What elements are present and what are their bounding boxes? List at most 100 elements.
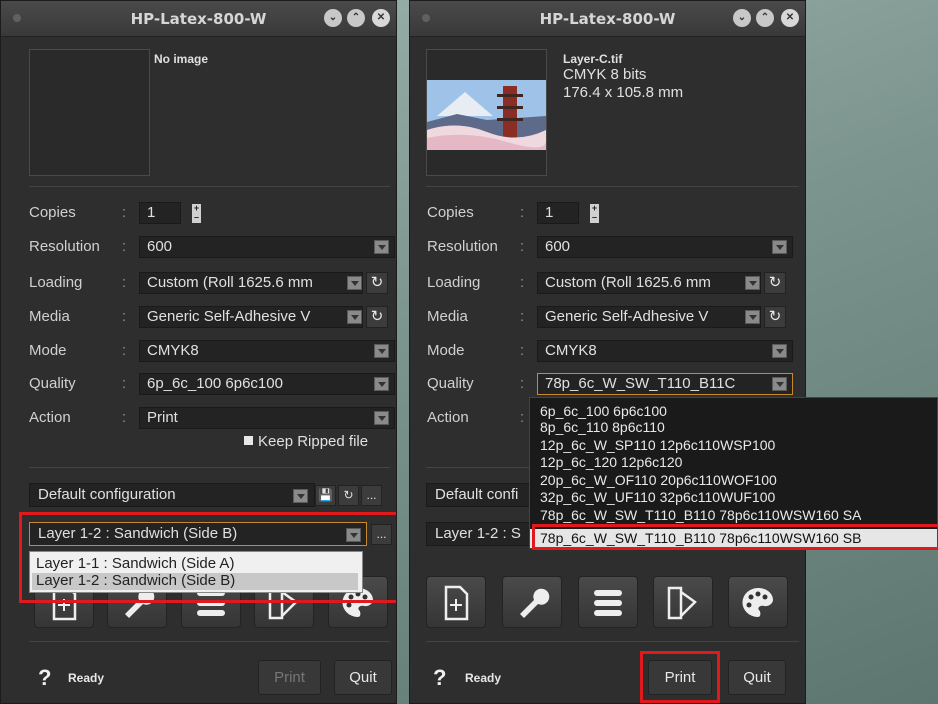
quality-label: Quality [427, 375, 474, 392]
configuration-select[interactable]: Default configuration [29, 483, 315, 507]
media-select[interactable]: Generic Self-Adhesive V [537, 306, 761, 328]
refresh-icon[interactable]: ↻ [764, 272, 786, 294]
no-image-label: No image [154, 52, 209, 66]
palette-icon [742, 588, 773, 617]
configuration-select[interactable]: Default confi [426, 483, 536, 507]
close-button[interactable]: ✕ [372, 9, 390, 27]
palette-button[interactable] [728, 576, 788, 628]
swatch-icon [667, 586, 697, 620]
queue-button[interactable] [578, 576, 638, 628]
copies-stepper[interactable]: + – [192, 204, 201, 223]
chevron-down-icon[interactable] [374, 411, 389, 425]
chevron-down-icon[interactable] [347, 310, 362, 324]
chevron-down-icon[interactable] [772, 344, 787, 358]
chevron-down-icon[interactable] [772, 377, 787, 391]
copies-stepper[interactable]: + – [590, 204, 599, 223]
more-button[interactable]: ... [361, 485, 382, 506]
image-preview [426, 49, 547, 176]
print-button[interactable]: Print [258, 660, 321, 695]
image-preview [29, 49, 150, 176]
quality-option[interactable]: 6p_6c_100 6p6c100 [540, 404, 667, 418]
action-select[interactable]: Print [139, 407, 395, 429]
refresh-icon[interactable]: ↻ [366, 306, 388, 328]
title-bar[interactable]: HP-Latex-800-W ⌄ ⌃ ✕ [410, 1, 805, 37]
wrench-icon [520, 588, 550, 618]
help-button[interactable]: ? [433, 665, 446, 691]
quality-label: Quality [29, 375, 76, 392]
separator [29, 467, 390, 468]
resolution-select[interactable]: 600 [139, 236, 395, 258]
copies-label: Copies [427, 204, 474, 221]
refresh-icon[interactable]: ↻ [366, 272, 388, 294]
quit-button[interactable]: Quit [334, 660, 392, 695]
mode-select[interactable]: CMYK8 [537, 340, 793, 362]
minimize-button[interactable]: ⌄ [324, 9, 342, 27]
status-bar: ? Ready Print Quit [410, 649, 805, 703]
refresh-icon[interactable]: ↻ [764, 306, 786, 328]
quality-select[interactable]: 6p_6c_100 6p6c100 [139, 373, 395, 395]
action-label: Action [29, 409, 71, 426]
save-config-icon[interactable]: 💾 [315, 485, 336, 506]
mode-select[interactable]: CMYK8 [139, 340, 395, 362]
red-highlight-box [640, 651, 720, 703]
quality-option[interactable]: 32p_6c_W_UF110 32p6c110WUF100 [540, 490, 775, 504]
action-label: Action [427, 409, 469, 426]
mode-label: Mode [427, 342, 465, 359]
chevron-down-icon[interactable] [745, 310, 760, 324]
copies-input[interactable]: 1 [537, 202, 579, 224]
title-bar[interactable]: HP-Latex-800-W ⌄ ⌃ ✕ [1, 1, 396, 37]
keep-ripped-checkbox[interactable]: Keep Ripped file [244, 433, 368, 450]
red-highlight-box [532, 524, 938, 550]
quality-select[interactable]: 78p_6c_W_SW_T110_B11C [537, 373, 793, 395]
resolution-select[interactable]: 600 [537, 236, 793, 258]
minimize-button[interactable]: ⌄ [733, 9, 751, 27]
file-name: Layer-C.tif [563, 52, 623, 66]
loading-label: Loading [427, 274, 481, 291]
chevron-down-icon[interactable] [745, 276, 760, 290]
separator [29, 186, 390, 187]
checkbox-icon[interactable] [244, 436, 253, 445]
separator [29, 641, 390, 642]
status-bar: ? Ready Print Quit [1, 649, 396, 703]
settings-button[interactable] [502, 576, 562, 628]
quality-option[interactable]: 12p_6c_W_SP110 12p6c110WSP100 [540, 438, 775, 452]
resolution-label: Resolution [427, 238, 498, 255]
mode-label: Mode [29, 342, 67, 359]
resolution-label: Resolution [29, 238, 100, 255]
copies-input[interactable]: 1 [139, 202, 181, 224]
file-button[interactable] [426, 576, 486, 628]
quit-button[interactable]: Quit [728, 660, 786, 695]
quality-option[interactable]: 20p_6c_W_OF110 20p6c110WOF100 [540, 473, 777, 487]
color-mode-text: CMYK 8 bits [563, 66, 647, 83]
chevron-down-icon[interactable] [374, 377, 389, 391]
loading-label: Loading [29, 274, 83, 291]
quality-option[interactable]: 12p_6c_120 12p6c120 [540, 455, 682, 469]
layer-select[interactable]: Layer 1-2 : S [426, 522, 536, 546]
maximize-button[interactable]: ⌃ [347, 9, 365, 27]
chevron-down-icon[interactable] [374, 344, 389, 358]
printer-window-left: HP-Latex-800-W ⌄ ⌃ ✕ No image Copies : 1… [0, 0, 397, 704]
refresh-icon[interactable]: ↻ [338, 485, 359, 506]
chevron-down-icon[interactable] [772, 240, 787, 254]
media-label: Media [427, 308, 468, 325]
help-button[interactable]: ? [38, 665, 51, 691]
loading-select[interactable]: Custom (Roll 1625.6 mm [139, 272, 363, 294]
image-size-text: 176.4 x 105.8 mm [563, 84, 684, 101]
chevron-down-icon[interactable] [347, 276, 362, 290]
chevron-down-icon[interactable] [293, 489, 308, 503]
separator [426, 641, 799, 642]
media-select[interactable]: Generic Self-Adhesive V [139, 306, 363, 328]
quality-option[interactable]: 8p_6c_110 8p6c110 [540, 420, 665, 434]
chevron-down-icon[interactable] [374, 240, 389, 254]
printer-window-right: HP-Latex-800-W ⌄ ⌃ ✕ Layer-C.tif CMYK 8 … [409, 0, 806, 704]
copies-label: Copies [29, 204, 76, 221]
status-text: Ready [465, 671, 502, 685]
status-text: Ready [68, 671, 105, 685]
maximize-button[interactable]: ⌃ [756, 9, 774, 27]
color-swatch-button[interactable] [653, 576, 713, 628]
media-label: Media [29, 308, 70, 325]
red-highlight-box [19, 512, 396, 603]
separator [426, 186, 799, 187]
loading-select[interactable]: Custom (Roll 1625.6 mm [537, 272, 761, 294]
close-button[interactable]: ✕ [781, 9, 799, 27]
